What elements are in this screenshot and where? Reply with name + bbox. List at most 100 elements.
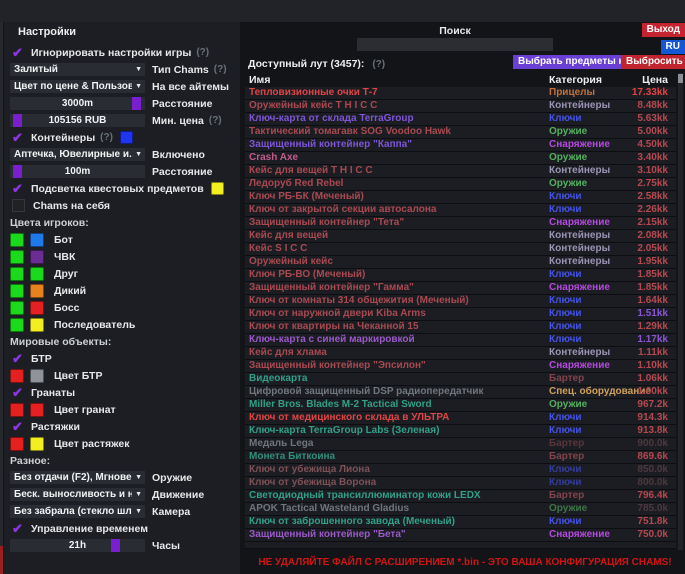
color-swatch[interactable]: [30, 369, 44, 383]
color-swatch[interactable]: [30, 301, 44, 315]
color-swatch[interactable]: [10, 369, 24, 383]
language-button[interactable]: RU: [661, 40, 685, 54]
dropdown[interactable]: Без отдачи (F2), Мгновенное п▼: [10, 471, 145, 484]
table-row[interactable]: Монета БиткоинаБартер869.6k: [245, 451, 676, 464]
color-swatch[interactable]: [120, 131, 133, 144]
slider[interactable]: 100m: [10, 165, 145, 178]
dropdown[interactable]: Без забрала (стекло шлема)▼: [10, 505, 145, 518]
table-row[interactable]: Ключ РБ-БК (Меченый)Ключи2.58kk: [245, 191, 676, 204]
checkbox[interactable]: [12, 199, 25, 212]
exit-button[interactable]: Выход: [642, 23, 685, 37]
setting-label: Босс: [54, 302, 80, 314]
color-swatch[interactable]: [10, 284, 24, 298]
checkbox[interactable]: ✔: [10, 351, 25, 366]
table-row[interactable]: Miller Bros. Blades M-2 Tactical SwordОр…: [245, 399, 676, 412]
table-row[interactable]: Ключ от комнаты 314 общежития (Меченый)К…: [245, 295, 676, 308]
checkbox[interactable]: ✔: [10, 419, 25, 434]
dropdown[interactable]: Беск. выносливость и нет уста:▼: [10, 488, 145, 501]
item-price: 800.0k: [620, 477, 676, 489]
color-swatch[interactable]: [30, 284, 44, 298]
column-name: Имя: [245, 74, 549, 86]
slider-handle[interactable]: [13, 165, 22, 178]
table-row-partial[interactable]: [245, 542, 676, 549]
dropdown[interactable]: Цвет по цене & Пользователь▼: [10, 80, 145, 93]
section-header: Мировые объекты:: [10, 336, 111, 348]
slider[interactable]: 21h: [10, 539, 145, 552]
table-row[interactable]: Ключ от наружной двери Kiba ArmsКлючи1.5…: [245, 308, 676, 321]
color-swatch[interactable]: [30, 233, 44, 247]
table-row[interactable]: Защищенный контейнер "Эпсилон"Снаряжение…: [245, 360, 676, 373]
table-row[interactable]: Защищенный контейнер "Бета"Снаряжение750…: [245, 529, 676, 542]
checkbox[interactable]: ✔: [10, 45, 25, 60]
checkbox[interactable]: ✔: [10, 521, 25, 536]
checkbox[interactable]: ✔: [10, 385, 25, 400]
table-row[interactable]: Цифровой защищенный DSP радиопередатчикС…: [245, 386, 676, 399]
search-input[interactable]: [357, 38, 553, 51]
table-row[interactable]: Ледоруб Red RebelОружие2.75kk: [245, 178, 676, 191]
drop-all-button[interactable]: Выбросить все: [621, 55, 685, 69]
table-row[interactable]: Светодиодный трансиллюминатор кожи LEDXБ…: [245, 490, 676, 503]
color-swatch[interactable]: [30, 267, 44, 281]
item-name: Кейс для вещей: [245, 230, 549, 242]
table-row[interactable]: Crash AxeОружие3.40kk: [245, 152, 676, 165]
table-row[interactable]: Тепловизионные очки Т-7Прицелы17.33kk: [245, 87, 676, 100]
table-row[interactable]: Тактический томагавк SOG Voodoo HawkОруж…: [245, 126, 676, 139]
table-row[interactable]: Ключ от убежища ЛионаКлючи850.0k: [245, 464, 676, 477]
table-row[interactable]: Ключ от закрытой секции автосалонаКлючи2…: [245, 204, 676, 217]
color-swatch[interactable]: [30, 250, 44, 264]
item-name: Защищенный контейнер "Гамма": [245, 282, 549, 294]
slider[interactable]: 3000m: [10, 97, 145, 110]
dropdown[interactable]: Залитый▼: [10, 63, 145, 76]
table-row[interactable]: Медаль LegaБартер900.0k: [245, 438, 676, 451]
dropdown[interactable]: Аптечка, Ювелирные и...▼: [10, 148, 145, 161]
table-row[interactable]: APOK Tactical Wasteland GladiusОружие785…: [245, 503, 676, 516]
color-swatch[interactable]: [10, 233, 24, 247]
checkbox[interactable]: ✔: [10, 130, 25, 145]
slider-handle[interactable]: [111, 539, 120, 552]
table-row[interactable]: Кейс S I C CКонтейнеры2.05kk: [245, 243, 676, 256]
item-price: 2.75kk: [620, 178, 676, 190]
color-swatch[interactable]: [10, 267, 24, 281]
color-swatch[interactable]: [30, 403, 44, 417]
item-price: 3.40kk: [620, 152, 676, 164]
color-swatch[interactable]: [30, 318, 44, 332]
checkbox[interactable]: ✔: [10, 181, 25, 196]
table-row[interactable]: Ключ от убежища ВоронаКлючи800.0k: [245, 477, 676, 490]
color-swatch[interactable]: [10, 250, 24, 264]
table-row[interactable]: Кейс для вещей T H I C CКонтейнеры3.10kk: [245, 165, 676, 178]
color-swatch[interactable]: [10, 403, 24, 417]
column-price: Цена: [620, 74, 676, 86]
table-row[interactable]: Ключ от заброшенного завода (Меченый)Клю…: [245, 516, 676, 529]
table-row[interactable]: Оружейный кейсКонтейнеры1.95kk: [245, 256, 676, 269]
item-price: 5.63kk: [620, 113, 676, 125]
slider-handle[interactable]: [13, 114, 22, 127]
table-row[interactable]: Защищенный контейнер "Гамма"Снаряжение1.…: [245, 282, 676, 295]
table-row[interactable]: Кейс для вещейКонтейнеры2.08kk: [245, 230, 676, 243]
table-row[interactable]: Защищенный контейнер "Каппа"Снаряжение4.…: [245, 139, 676, 152]
item-category: Ключи: [549, 516, 612, 528]
table-row[interactable]: Ключ-карта от склада TerraGroupКлючи5.63…: [245, 113, 676, 126]
left-scrollbar[interactable]: [0, 22, 3, 574]
slider-handle[interactable]: [132, 97, 141, 110]
table-row[interactable]: Ключ РБ-ВО (Меченый)Ключи1.85kk: [245, 269, 676, 282]
color-swatch[interactable]: [10, 318, 24, 332]
slider[interactable]: 105156 RUB: [10, 114, 145, 127]
setting-label: Подсветка квестовых предметов: [31, 183, 204, 195]
table-row[interactable]: Ключ от квартиры на Чеканной 15Ключи1.29…: [245, 321, 676, 334]
table-row[interactable]: ВидеокартаБартер1.06kk: [245, 373, 676, 386]
table-scrollbar-thumb[interactable]: [678, 74, 683, 83]
color-swatch[interactable]: [10, 437, 24, 451]
table-row[interactable]: Ключ-карта с синей маркировкойКлючи1.17k…: [245, 334, 676, 347]
color-swatch[interactable]: [30, 437, 44, 451]
color-swatch[interactable]: [211, 182, 224, 195]
table-row[interactable]: Оружейный кейс T H I C CКонтейнеры8.48kk: [245, 100, 676, 113]
table-row[interactable]: Ключ от медицинского склада в УЛЬТРАКлюч…: [245, 412, 676, 425]
setting-row-select: Залитый▼Тип Chams(?): [4, 61, 240, 78]
left-scrollbar-thumb[interactable]: [0, 546, 3, 574]
table-row[interactable]: Кейс для хламаКонтейнеры1.11kk: [245, 347, 676, 360]
table-row[interactable]: Ключ-карта TerraGroup Labs (Зеленая)Ключ…: [245, 425, 676, 438]
dropdown-value: Цвет по цене & Пользователь: [10, 81, 132, 92]
table-row[interactable]: Защищенный контейнер "Тета"Снаряжение2.1…: [245, 217, 676, 230]
color-swatch[interactable]: [10, 301, 24, 315]
table-scrollbar[interactable]: [678, 73, 683, 550]
